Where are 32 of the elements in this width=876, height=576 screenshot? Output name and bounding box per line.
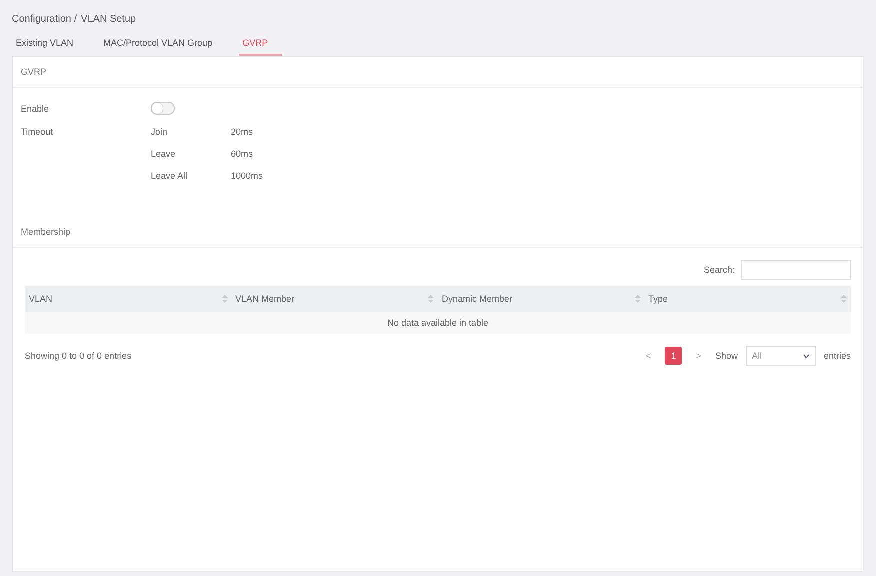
timer-name: Join (151, 127, 169, 137)
tab[interactable]: MAC/Protocol VLAN Group (100, 33, 227, 56)
column-header[interactable]: Dynamic Member (438, 286, 644, 312)
show-label: Show (715, 351, 738, 361)
field-label: Enable (21, 104, 50, 114)
sort-icon (428, 295, 434, 303)
entries-select[interactable]: All (746, 346, 816, 366)
sort-icon (222, 295, 228, 303)
section-title: GVRP (13, 57, 863, 88)
search-field[interactable] (741, 260, 851, 280)
search-label: Search: (704, 265, 735, 275)
timer-value: 60ms (231, 149, 254, 159)
breadcrumb-parent[interactable]: Configuration / (12, 14, 78, 25)
empty-table-message: No data available in table (25, 312, 851, 334)
sort-icon (634, 295, 640, 303)
section-title: Membership (13, 217, 863, 248)
timer-name: Leave (151, 149, 177, 159)
chevron-down-icon (802, 354, 810, 358)
timer-name: Leave All (151, 171, 189, 181)
column-header[interactable]: Type (644, 286, 851, 312)
timer-value: 1000ms (231, 171, 264, 181)
tab[interactable]: Existing VLAN (12, 33, 88, 56)
breadcrumb-current: VLAN Setup (81, 14, 136, 25)
sort-icon (841, 295, 847, 303)
field-label: Timeout (21, 127, 54, 137)
entries-label: entries (824, 351, 851, 361)
timer-value: 20ms (231, 127, 254, 137)
table-info: Showing 0 to 0 of 0 entries (25, 351, 132, 361)
column-header[interactable]: VLAN Member (232, 286, 438, 312)
enable-toggle[interactable] (151, 102, 175, 115)
column-header[interactable]: VLAN (25, 286, 232, 312)
page-button[interactable]: 1 (665, 347, 682, 365)
